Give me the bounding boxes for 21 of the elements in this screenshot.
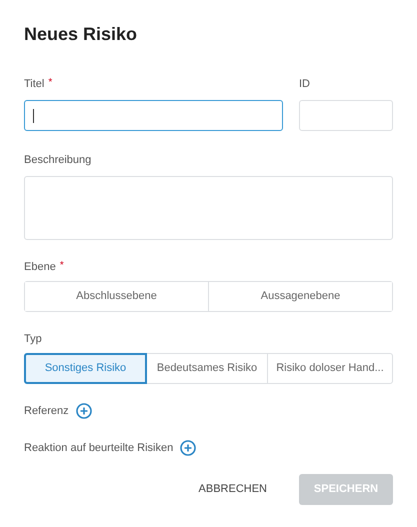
- type-option[interactable]: Bedeutsames Risiko: [146, 353, 268, 384]
- type-label: Typ: [24, 332, 42, 347]
- type-option[interactable]: Risiko doloser Hand...: [267, 353, 393, 384]
- dialog-title: Neues Risiko: [24, 23, 138, 46]
- title-field[interactable]: [24, 100, 283, 131]
- id-label: ID: [299, 76, 310, 92]
- text-cursor-icon: [33, 108, 34, 122]
- required-mark: *: [60, 258, 64, 272]
- description-label: Beschreibung: [24, 152, 92, 168]
- field-label: Referenz: [24, 404, 69, 419]
- field-label: Reaktion auf beurteilte Risiken: [24, 440, 174, 456]
- title-label: Titel: [24, 76, 44, 92]
- type-option[interactable]: Sonstiges Risiko: [24, 353, 147, 384]
- level-label: Ebene: [24, 260, 56, 275]
- id-field[interactable]: [299, 100, 393, 131]
- add-icon[interactable]: [76, 403, 92, 420]
- required-mark: *: [48, 76, 52, 90]
- level-option[interactable]: Aussagenebene: [208, 282, 392, 311]
- description-field[interactable]: [24, 176, 393, 240]
- add-icon[interactable]: [180, 440, 196, 456]
- cancel-button[interactable]: ABBRECHEN: [194, 474, 271, 505]
